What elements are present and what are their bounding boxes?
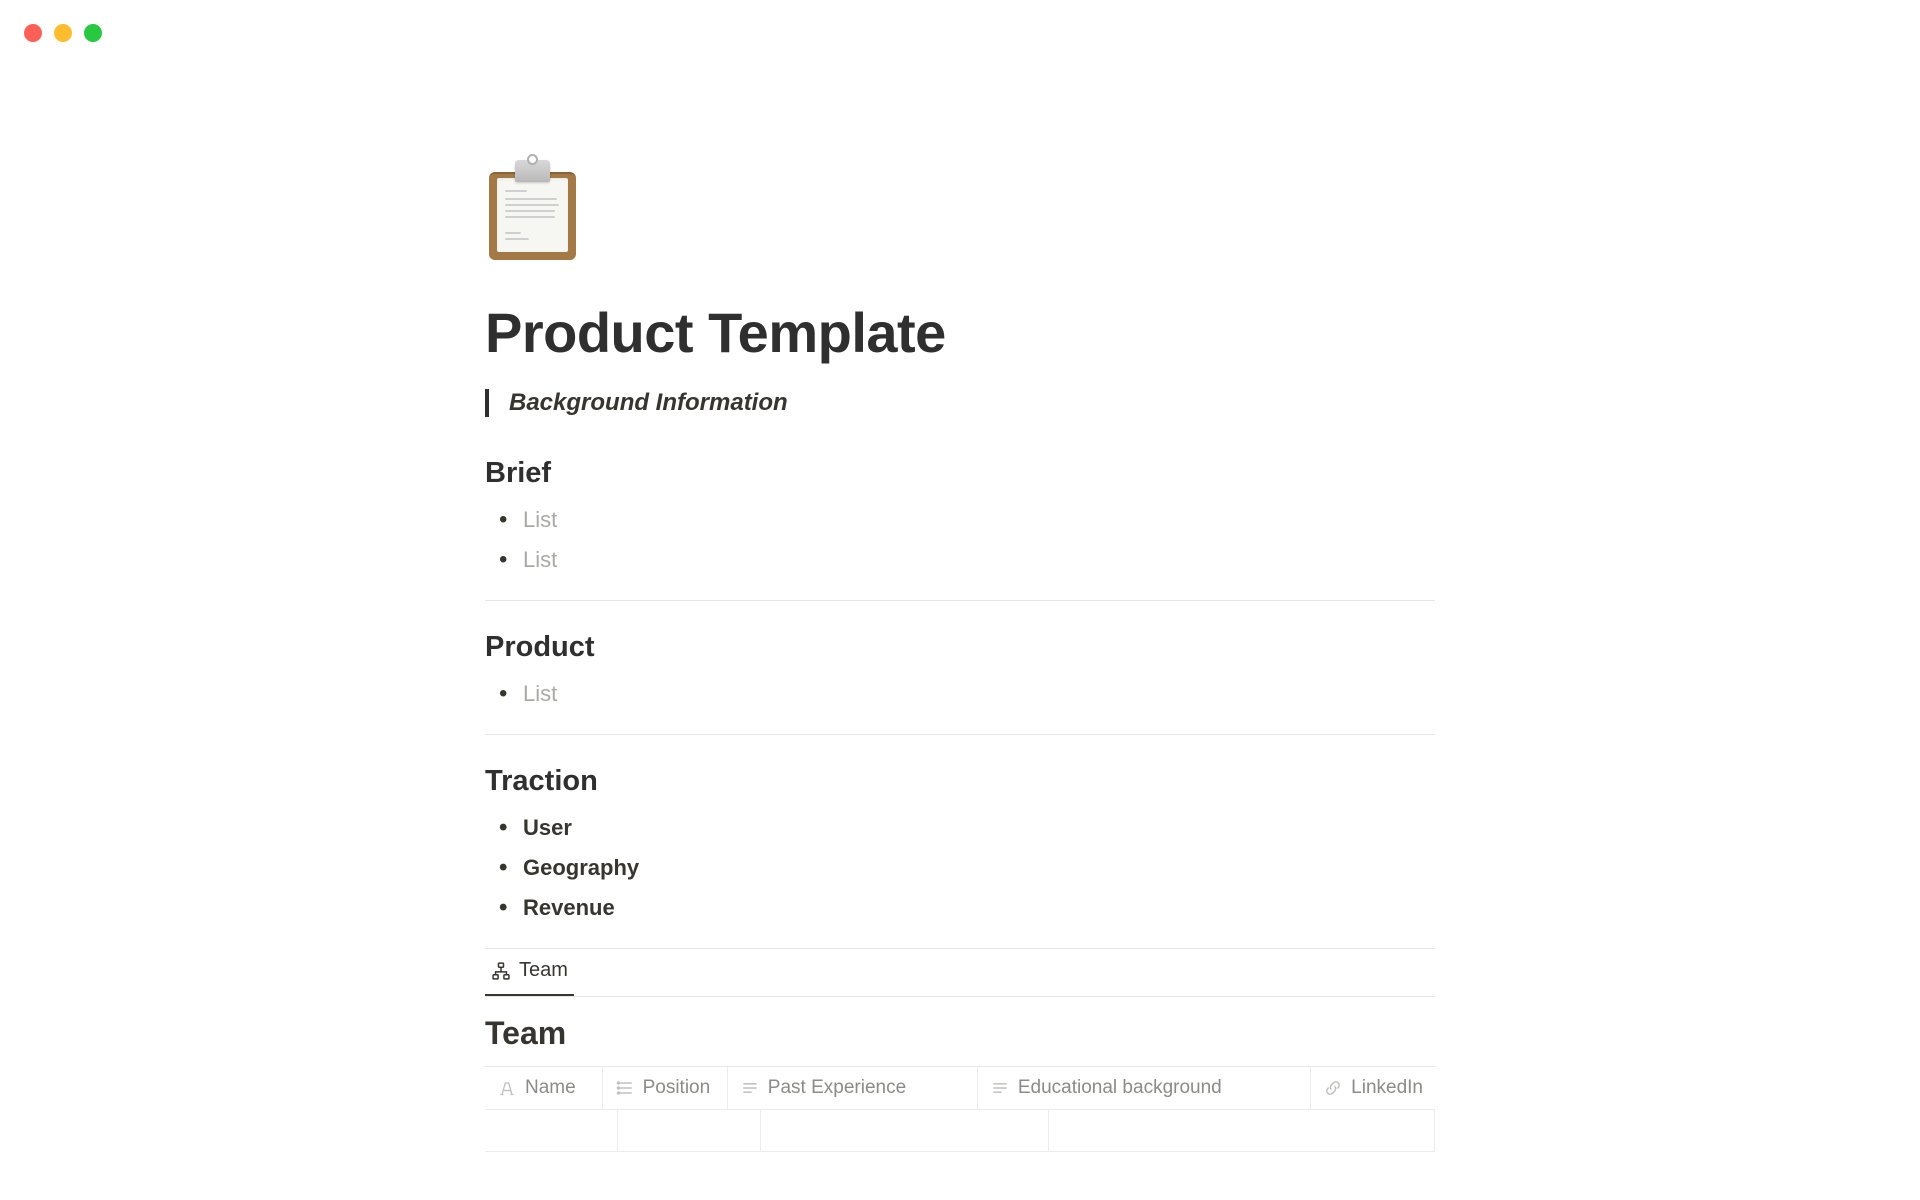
column-label: LinkedIn <box>1351 1077 1423 1099</box>
database-tab-label: Team <box>519 959 568 982</box>
org-chart-icon <box>491 961 511 981</box>
table-row[interactable] <box>485 1110 1435 1152</box>
product-list: List <box>493 674 1435 714</box>
list-item[interactable]: Revenue <box>493 888 1435 928</box>
list-item[interactable]: List <box>493 500 1435 540</box>
traction-list: User Geography Revenue <box>493 808 1435 928</box>
column-label: Educational background <box>1018 1077 1222 1099</box>
database-tab-team[interactable]: Team <box>485 949 574 996</box>
list-item[interactable]: Geography <box>493 848 1435 888</box>
database-title[interactable]: Team <box>485 1015 1435 1052</box>
section-brief: Brief List List <box>485 457 1435 580</box>
url-property-icon <box>1323 1078 1343 1098</box>
column-label: Past Experience <box>768 1077 906 1099</box>
divider <box>485 600 1435 601</box>
column-label: Position <box>643 1077 711 1099</box>
column-header-educational-background[interactable]: Educational background <box>978 1067 1311 1110</box>
team-table: Name Position Past Experience <box>485 1066 1435 1152</box>
section-product: Product List <box>485 631 1435 714</box>
page-icon-clipboard[interactable] <box>485 160 580 260</box>
section-title-traction[interactable]: Traction <box>485 765 1435 798</box>
list-item[interactable]: User <box>493 808 1435 848</box>
select-property-icon <box>615 1078 635 1098</box>
title-property-icon <box>497 1078 517 1098</box>
list-item[interactable]: List <box>493 674 1435 714</box>
column-label: Name <box>525 1077 576 1099</box>
section-traction: Traction User Geography Revenue <box>485 765 1435 928</box>
column-header-name[interactable]: Name <box>485 1067 603 1110</box>
page-title[interactable]: Product Template <box>485 300 1435 365</box>
column-header-past-experience[interactable]: Past Experience <box>728 1067 978 1110</box>
text-property-icon <box>990 1078 1010 1098</box>
database-tabs: Team <box>485 949 1435 997</box>
table-header-row: Name Position Past Experience <box>485 1067 1435 1110</box>
text-property-icon <box>740 1078 760 1098</box>
column-header-linkedin[interactable]: LinkedIn <box>1311 1067 1435 1110</box>
section-title-product[interactable]: Product <box>485 631 1435 664</box>
window-close-icon[interactable] <box>24 24 42 42</box>
brief-list: List List <box>493 500 1435 580</box>
page-content: Product Template Background Information … <box>485 0 1435 1152</box>
window-minimize-icon[interactable] <box>54 24 72 42</box>
quote-block[interactable]: Background Information <box>485 389 1435 417</box>
quote-text: Background Information <box>509 389 788 416</box>
window-controls <box>24 24 102 42</box>
window-maximize-icon[interactable] <box>84 24 102 42</box>
list-item[interactable]: List <box>493 540 1435 580</box>
section-title-brief[interactable]: Brief <box>485 457 1435 490</box>
column-header-position[interactable]: Position <box>603 1067 728 1110</box>
divider <box>485 734 1435 735</box>
